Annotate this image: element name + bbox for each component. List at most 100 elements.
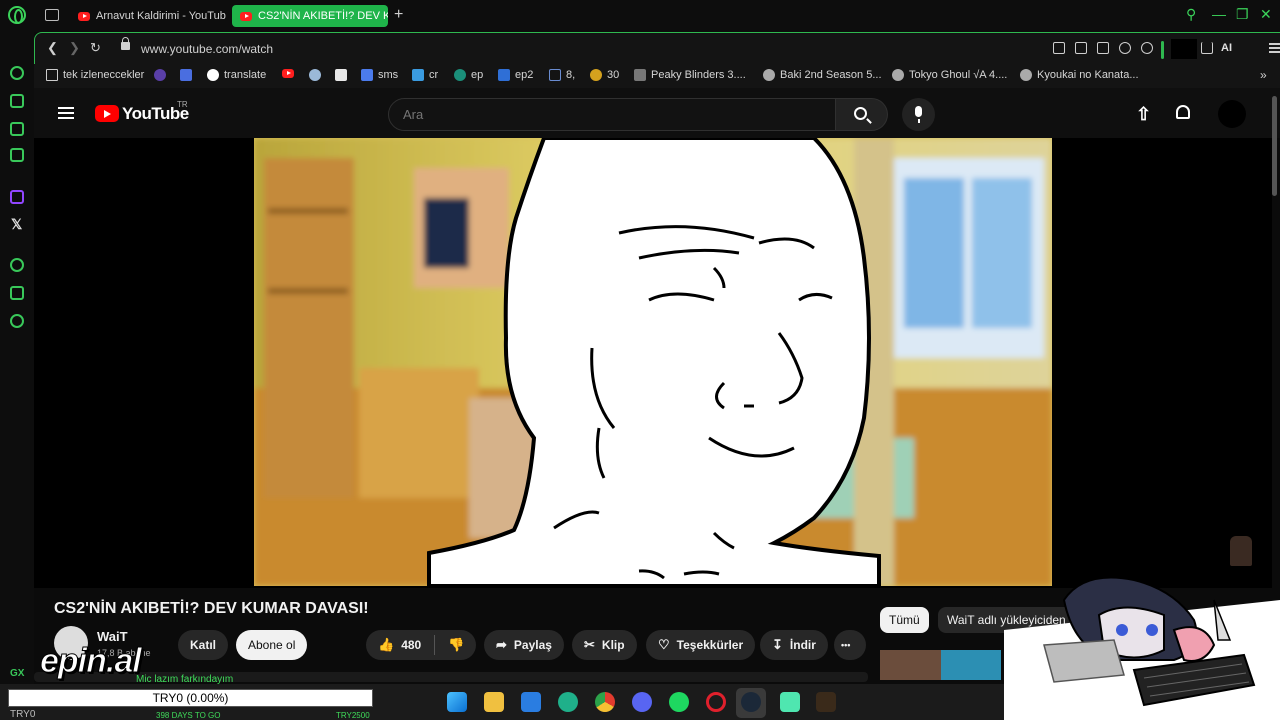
lock-icon[interactable] — [121, 37, 130, 50]
player-icon[interactable] — [1119, 42, 1131, 54]
recommended-thumbnail[interactable] — [941, 650, 1001, 680]
steam-icon[interactable] — [741, 692, 761, 712]
back-button[interactable]: ❮ — [47, 40, 58, 56]
edge-icon[interactable] — [558, 692, 578, 712]
streamer-avatar-overlay — [1230, 536, 1252, 566]
bookmark-30[interactable]: 30 — [590, 69, 619, 81]
extensions-icon[interactable] — [10, 286, 24, 300]
page-icon — [892, 69, 904, 81]
history-icon[interactable] — [10, 258, 24, 272]
app-icon[interactable] — [780, 692, 800, 712]
notifications-bell-icon[interactable] — [1176, 105, 1190, 119]
bookmark-item[interactable] — [309, 69, 321, 81]
bookmark-tokyo-ghoul[interactable]: Tokyo Ghoul √A 4.... — [892, 69, 1007, 81]
messenger-icon[interactable] — [10, 148, 24, 162]
download-icon: ↧ — [772, 637, 783, 652]
app-icon — [309, 69, 321, 81]
bookmark-translate[interactable]: translate — [207, 69, 266, 81]
bookmark-folder[interactable]: tek izleneccekler — [46, 69, 144, 81]
tab-cs2-video[interactable]: CS2'NİN AKIBETİ!? DEV KUMAR DAVASI! - Yo… — [232, 5, 388, 27]
mic-note-text: Mic lazım farkındayım — [136, 674, 234, 685]
app-icon[interactable] — [816, 692, 836, 712]
filter-chip-all[interactable]: Tümü — [880, 607, 929, 633]
like-count[interactable]: 480 — [401, 638, 421, 652]
snapshot-icon[interactable] — [1075, 42, 1087, 54]
download-button[interactable]: ↧ İndir — [760, 630, 828, 660]
clip-button[interactable]: ✂ Klip — [572, 630, 637, 660]
bookmark-youtube[interactable] — [282, 69, 294, 78]
gx-badge-icon[interactable]: GX — [10, 668, 24, 679]
search-icon — [854, 107, 867, 120]
dislike-icon[interactable]: 👎 — [448, 637, 464, 653]
bookmark-cr[interactable]: cr — [412, 69, 438, 81]
minimize-icon[interactable]: — — [1212, 6, 1226, 22]
more-actions-button[interactable]: ••• — [834, 630, 866, 660]
thanks-button[interactable]: ♡ Teşekkürler — [646, 630, 756, 660]
youtube-logo-icon[interactable] — [95, 105, 119, 122]
opera-gx-icon[interactable] — [706, 692, 726, 712]
adblock-icon[interactable] — [1097, 42, 1109, 54]
search-tabs-icon[interactable]: ⚲ — [1186, 6, 1196, 23]
heart-icon[interactable] — [1141, 42, 1153, 54]
hidden-extension[interactable] — [1171, 39, 1197, 59]
bookmark-baki[interactable]: Baki 2nd Season 5... — [763, 69, 882, 81]
bookmark-peaky[interactable]: Peaky Blinders 3.... — [634, 69, 746, 81]
gx-corner-icon[interactable] — [10, 94, 24, 108]
pin-icon[interactable] — [1053, 42, 1065, 54]
gx-control-icon[interactable] — [10, 66, 24, 80]
tab-arnavut-kaldirimi[interactable]: Arnavut Kaldirimi - YouTube — [70, 5, 226, 27]
upload-icon[interactable]: ⇧ — [1136, 104, 1151, 125]
x-twitter-icon[interactable]: 𝕏 — [11, 216, 25, 232]
app-icon — [154, 69, 166, 81]
bookmark-ep2[interactable]: ep2 — [498, 69, 533, 81]
aria-ai-button[interactable]: AI — [1221, 42, 1232, 54]
donation-days-left: 398 DAYS TO GO — [156, 711, 221, 720]
bookmark-gmail[interactable] — [335, 69, 347, 81]
chrome-icon[interactable] — [595, 692, 615, 712]
easy-setup-menu-icon[interactable] — [1269, 43, 1280, 53]
opera-gx-logo-icon[interactable] — [8, 6, 26, 24]
search-input[interactable] — [388, 98, 836, 131]
video-frame[interactable] — [254, 138, 1052, 586]
app-icon — [454, 69, 466, 81]
google-icon — [207, 69, 219, 81]
search-button[interactable] — [836, 98, 888, 131]
video-title: CS2'NİN AKIBETİ!? DEV KUMAR DAVASI! — [54, 600, 369, 617]
bookmark-kyoukai[interactable]: Kyoukai no Kanata... — [1020, 69, 1139, 81]
subscribe-button[interactable]: Abone ol — [236, 630, 308, 660]
bookmark-8[interactable]: 8, — [549, 69, 575, 81]
twitch-icon[interactable] — [10, 190, 24, 204]
like-icon[interactable]: 👍 — [378, 637, 394, 653]
new-tab-button[interactable]: + — [394, 6, 403, 24]
more-bookmarks-icon[interactable]: » — [1260, 68, 1267, 82]
tab-overview-icon[interactable] — [45, 9, 59, 21]
reload-button[interactable]: ↻ — [90, 40, 101, 56]
app-icon — [180, 69, 192, 81]
menu-hamburger-icon[interactable] — [58, 107, 74, 119]
discord-icon[interactable] — [632, 692, 652, 712]
settings-gear-icon[interactable] — [10, 314, 24, 328]
maximize-icon[interactable]: ❐ — [1236, 6, 1249, 23]
page-scrollbar[interactable] — [1272, 96, 1277, 196]
bookmarks-bar: tek izleneccekler translate sms cr ep ep… — [34, 64, 1280, 88]
gx-tracker-icon[interactable] — [10, 122, 24, 136]
join-button[interactable]: Katıl — [178, 630, 229, 660]
store-icon[interactable] — [521, 692, 541, 712]
explorer-icon[interactable] — [484, 692, 504, 712]
bookmark-item[interactable] — [180, 69, 192, 81]
account-avatar[interactable] — [1218, 100, 1246, 128]
share-button[interactable]: ➦ Paylaş — [484, 630, 564, 660]
bookmark-sms[interactable]: sms — [361, 69, 398, 81]
url-field[interactable]: www.youtube.com/watch — [141, 42, 273, 56]
close-icon[interactable]: ✕ — [1260, 6, 1272, 23]
bookmark-item[interactable] — [154, 69, 166, 81]
voice-search-button[interactable] — [902, 98, 935, 131]
download-icon[interactable] — [1201, 42, 1213, 54]
bookmark-ep[interactable]: ep — [454, 69, 483, 81]
forward-button[interactable]: ❯ — [69, 40, 80, 56]
spotify-icon[interactable] — [669, 692, 689, 712]
heart-dollar-icon: ♡ — [658, 637, 670, 652]
video-player[interactable] — [34, 138, 1272, 588]
recommended-thumbnail[interactable] — [880, 650, 942, 680]
windows-icon[interactable] — [447, 692, 467, 712]
